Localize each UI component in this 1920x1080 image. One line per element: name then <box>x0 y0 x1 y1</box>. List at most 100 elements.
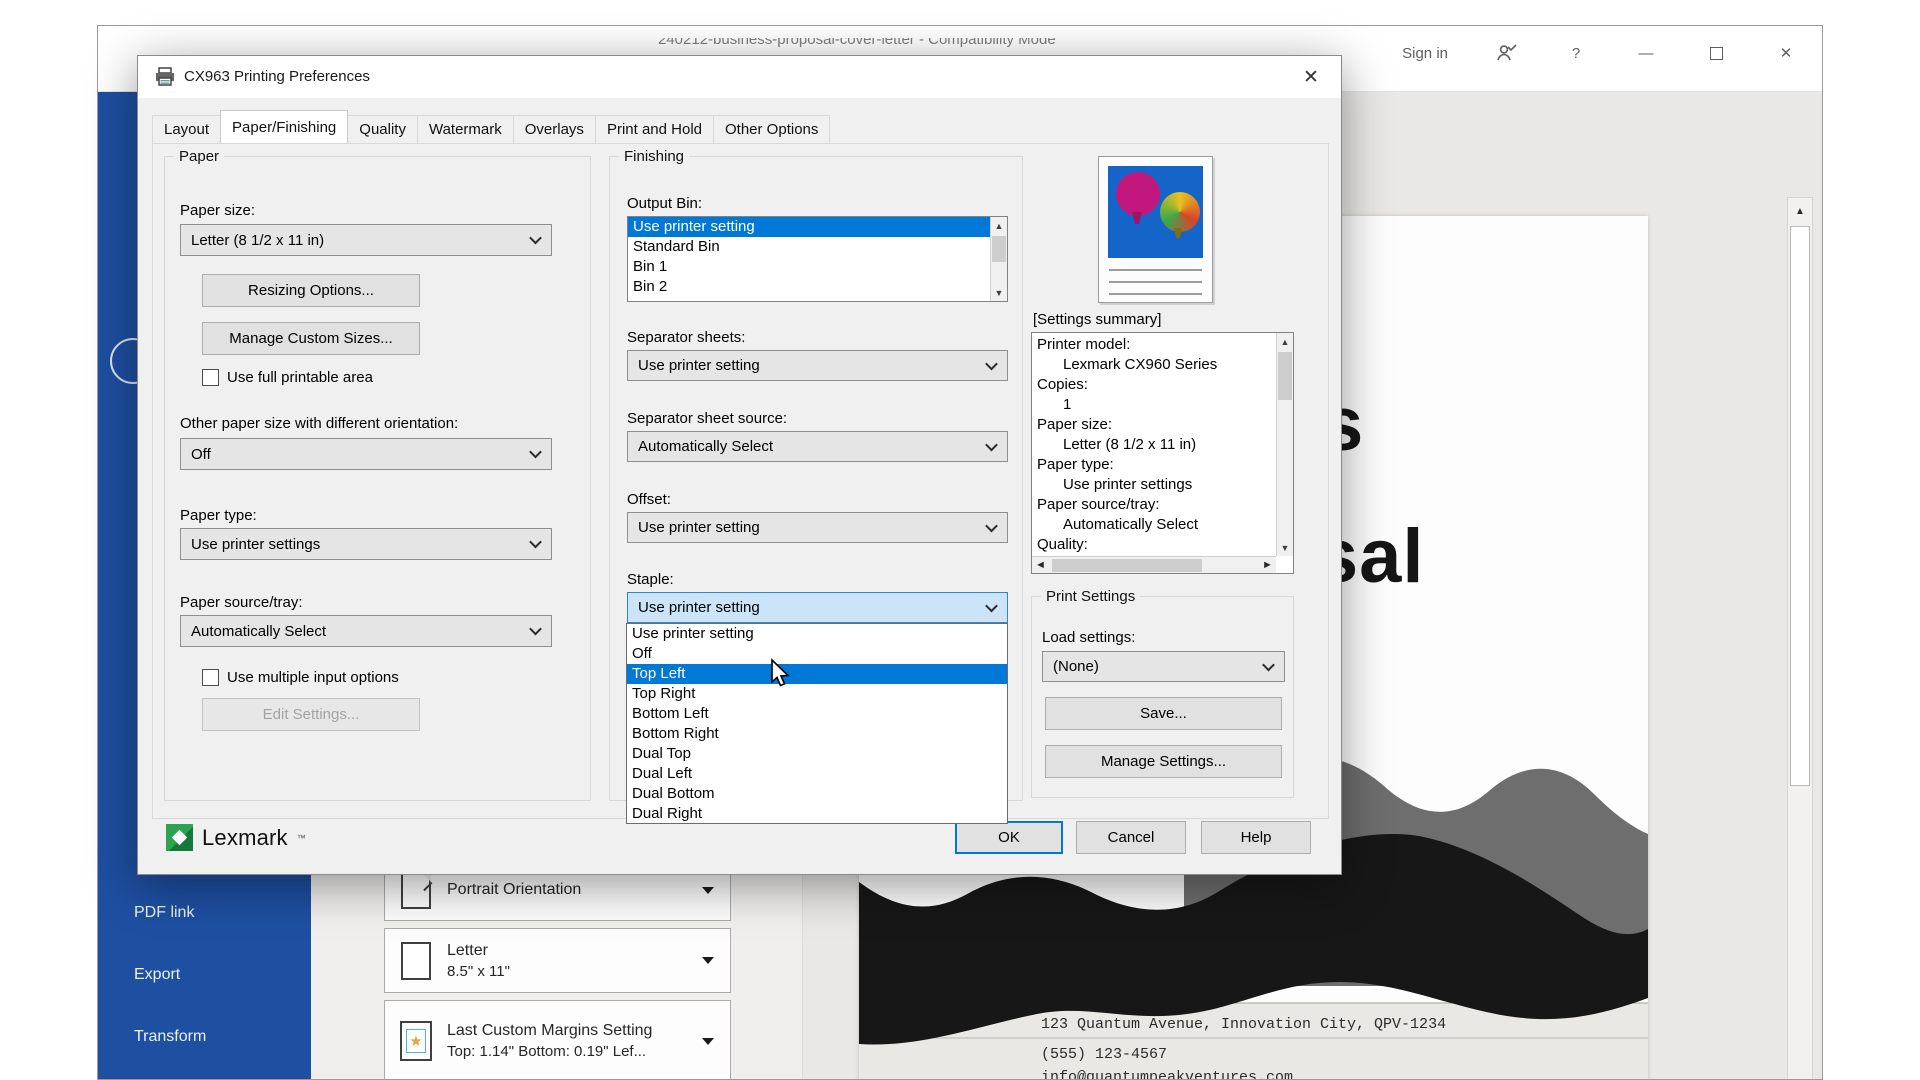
sign-in-button[interactable]: Sign in <box>1402 40 1448 66</box>
chevron-down-icon <box>985 519 998 532</box>
settings-summary-listbox[interactable]: Printer model: Lexmark CX960 Series Copi… <box>1031 332 1294 574</box>
staple-option[interactable]: Dual Left <box>627 764 1007 784</box>
separator-sheets-combo[interactable]: Use printer setting <box>627 350 1008 381</box>
help-button[interactable]: Help <box>1201 821 1311 854</box>
dropdown-caret-icon <box>702 886 714 894</box>
tab-watermark[interactable]: Watermark <box>416 115 514 143</box>
staple-option[interactable]: Use printer setting <box>627 624 1007 644</box>
other-size-value: Off <box>191 445 211 463</box>
scrollbar-thumb[interactable] <box>1278 352 1292 400</box>
print-settings-group: Print Settings Load settings: (None) Sav… <box>1031 588 1294 798</box>
staple-option-highlighted[interactable]: Top Left <box>627 664 1007 684</box>
sidebar-item-transform[interactable]: Transform <box>134 1028 206 1046</box>
pink-balloon-graphic <box>1116 172 1160 216</box>
dropdown-caret-icon <box>702 1037 714 1045</box>
manage-settings-button[interactable]: Manage Settings... <box>1045 745 1282 778</box>
sidebar-item-export[interactable]: Export <box>134 966 180 984</box>
paper-source-combo[interactable]: Automatically Select <box>180 615 552 647</box>
output-bin-label: Output Bin: <box>627 195 703 212</box>
listbox-scrollbar[interactable]: ▲ ▼ <box>990 217 1007 301</box>
summary-hscrollbar[interactable]: ◄ ► <box>1032 556 1276 573</box>
tab-quality[interactable]: Quality <box>347 115 418 143</box>
staple-option[interactable]: Dual Right <box>627 804 1007 824</box>
scroll-up-icon[interactable]: ▲ <box>1788 198 1812 224</box>
output-bin-option[interactable]: Standard Bin <box>628 237 1007 257</box>
staple-value: Use printer setting <box>638 599 760 616</box>
document-scrollbar[interactable]: ▲ <box>1787 197 1813 1079</box>
output-bin-option[interactable]: Bin 2 <box>628 277 1007 297</box>
load-settings-combo[interactable]: (None) <box>1042 651 1285 682</box>
offset-combo[interactable]: Use printer setting <box>627 512 1008 543</box>
tab-paper-finishing[interactable]: Paper/Finishing <box>220 110 349 143</box>
scroll-up-icon[interactable]: ▲ <box>991 217 1007 234</box>
scroll-down-icon[interactable]: ▼ <box>1277 539 1293 556</box>
staple-option[interactable]: Top Right <box>627 684 1007 704</box>
tab-print-and-hold[interactable]: Print and Hold <box>594 115 714 143</box>
printing-preferences-dialog: CX963 Printing Preferences ✕ Layout Pape… <box>137 55 1342 875</box>
dialog-close-icon[interactable]: ✕ <box>1297 64 1325 90</box>
paper-source-value: Automatically Select <box>191 622 327 640</box>
checkbox-icon <box>202 369 219 386</box>
paper-source-label: Paper source/tray: <box>180 594 303 611</box>
staple-option[interactable]: Off <box>627 644 1007 664</box>
paper-size-dropdown[interactable]: Letter 8.5" x 11" <box>384 928 731 993</box>
scrollbar-thumb[interactable] <box>1052 558 1202 572</box>
account-person-icon[interactable] <box>1494 40 1518 66</box>
output-bin-option-selected[interactable]: Use printer setting <box>628 217 1007 237</box>
staple-option[interactable]: Bottom Left <box>627 704 1007 724</box>
summary-line: Quality: <box>1037 536 1088 553</box>
multiple-input-label: Use multiple input options <box>227 669 399 686</box>
summary-vscrollbar[interactable]: ▲ ▼ <box>1276 333 1293 556</box>
window-controls: Sign in ? — ✕ <box>1402 40 1798 66</box>
manage-custom-sizes-button[interactable]: Manage Custom Sizes... <box>202 322 420 355</box>
close-window-button[interactable]: ✕ <box>1774 40 1798 66</box>
chevron-down-icon <box>529 445 542 459</box>
separator-source-combo[interactable]: Automatically Select <box>627 431 1008 462</box>
staple-option[interactable]: Dual Top <box>627 744 1007 764</box>
tab-other-options[interactable]: Other Options <box>713 115 831 143</box>
scroll-down-icon[interactable]: ▼ <box>991 284 1007 301</box>
offset-label: Offset: <box>627 491 671 508</box>
mouse-cursor-icon <box>771 658 790 687</box>
chevron-down-icon <box>529 231 542 245</box>
screen: 240212-business-proposal-cover-letter - … <box>0 0 1920 1080</box>
settings-summary-lines: Printer model: Lexmark CX960 Series Copi… <box>1032 335 1276 556</box>
tab-overlays[interactable]: Overlays <box>512 115 596 143</box>
scroll-up-icon[interactable]: ▲ <box>1277 333 1293 350</box>
scrollbar-thumb[interactable] <box>992 236 1006 262</box>
paper-size-combo[interactable]: Letter (8 1/2 x 11 in) <box>180 224 552 256</box>
scrollbar-thumb[interactable] <box>1790 226 1810 786</box>
sidebar-item-pdf-link[interactable]: PDF link <box>134 904 194 922</box>
staple-combo[interactable]: Use printer setting <box>627 592 1008 623</box>
help-button[interactable]: ? <box>1564 40 1588 66</box>
paper-group-label: Paper <box>174 148 225 165</box>
full-printable-area-checkbox[interactable]: Use full printable area <box>202 369 373 386</box>
margins-dropdown[interactable]: ★ Last Custom Margins Setting Top: 1.14"… <box>384 1000 731 1079</box>
cancel-button[interactable]: Cancel <box>1076 821 1186 854</box>
paper-type-label: Paper type: <box>180 507 257 524</box>
summary-line: Copies: <box>1037 376 1088 393</box>
lexmark-logo: Lexmark ™ <box>166 824 306 851</box>
save-settings-button[interactable]: Save... <box>1045 697 1282 730</box>
multiple-input-checkbox[interactable]: Use multiple input options <box>202 669 399 686</box>
minimize-button[interactable]: — <box>1634 40 1658 66</box>
maximize-icon <box>1709 46 1723 60</box>
full-printable-area-label: Use full printable area <box>227 369 373 386</box>
paper-type-combo[interactable]: Use printer settings <box>180 528 552 560</box>
paper-group: Paper Paper size: Letter (8 1/2 x 11 in)… <box>164 148 591 801</box>
output-bin-listbox[interactable]: Use printer setting Standard Bin Bin 1 B… <box>627 216 1008 302</box>
thumb-text-line <box>1109 281 1202 283</box>
other-size-combo[interactable]: Off <box>180 438 552 470</box>
maximize-button[interactable] <box>1704 40 1728 66</box>
staple-option[interactable]: Bottom Right <box>627 724 1007 744</box>
document-title: 240212-business-proposal-cover-letter - … <box>658 38 1358 51</box>
scroll-right-icon[interactable]: ► <box>1259 559 1276 571</box>
output-bin-option[interactable]: Bin 1 <box>628 257 1007 277</box>
resizing-options-button[interactable]: Resizing Options... <box>202 274 420 307</box>
tab-layout[interactable]: Layout <box>152 115 222 143</box>
staple-dropdown-list: Use printer setting Off Top Left Top Rig… <box>626 623 1008 824</box>
scroll-left-icon[interactable]: ◄ <box>1032 559 1049 571</box>
staple-option[interactable]: Dual Bottom <box>627 784 1007 804</box>
paper-type-value: Use printer settings <box>191 535 321 553</box>
ok-button[interactable]: OK <box>955 821 1063 854</box>
